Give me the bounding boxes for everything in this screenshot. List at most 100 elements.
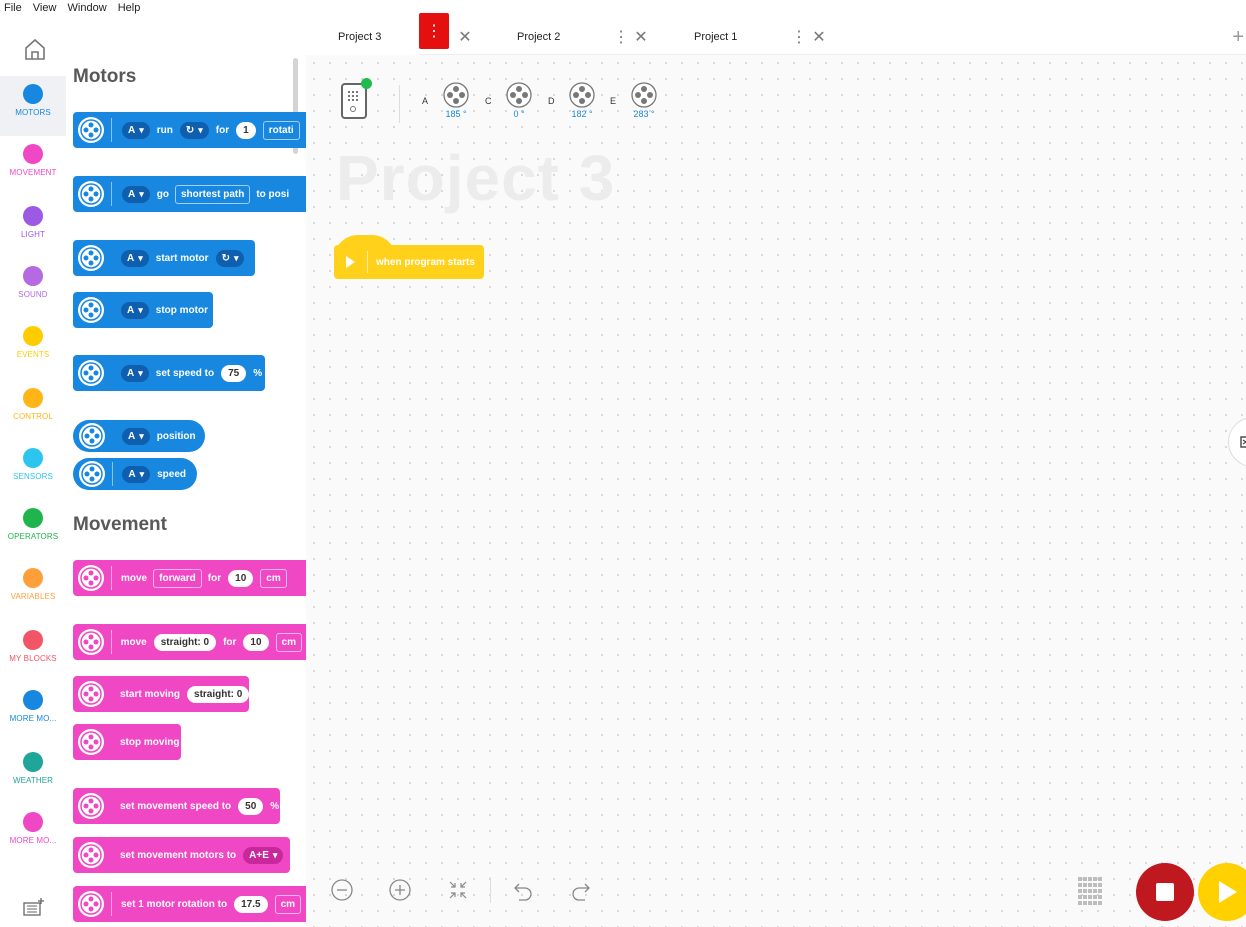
undo-icon[interactable]	[509, 876, 537, 904]
tab-more-options-icon[interactable]: ⋮	[610, 26, 632, 48]
tab-project-1[interactable]: Project 1	[694, 18, 737, 55]
start-motor-block[interactable]: A start motor ↻	[73, 240, 255, 276]
category-light[interactable]: LIGHT	[0, 198, 66, 258]
stop-program-button[interactable]	[1136, 863, 1194, 921]
motor-icon	[78, 245, 104, 271]
stop-moving-block[interactable]: stop moving	[73, 724, 181, 760]
path-dropdown[interactable]: shortest path	[174, 184, 251, 204]
motor-run-for-block[interactable]: A run ↻ for 1 rotati	[73, 112, 306, 148]
category-motors[interactable]: MOTORS	[0, 76, 66, 136]
menu-window[interactable]: Window	[64, 0, 111, 14]
collapse-panel-handle[interactable]	[1228, 417, 1246, 467]
category-sound[interactable]: SOUND	[0, 258, 66, 318]
category-operators[interactable]: OPERATORS	[0, 500, 66, 560]
menu-view[interactable]: View	[29, 0, 61, 14]
move-steering-for-block[interactable]: move straight: 0 for 10 cm	[73, 624, 306, 660]
category-variables[interactable]: VARIABLES	[0, 560, 66, 620]
movement-icon	[78, 842, 104, 868]
steering-input[interactable]: straight: 0	[153, 633, 217, 651]
port-letter: A	[422, 96, 429, 106]
when-program-starts-block[interactable]: when program starts	[334, 235, 484, 279]
menu-help[interactable]: Help	[114, 0, 145, 14]
unit-dropdown[interactable]: cm	[274, 894, 302, 914]
block-text: start moving	[120, 688, 181, 700]
category-sensors[interactable]: SENSORS	[0, 440, 66, 500]
port-dropdown[interactable]: A	[122, 121, 150, 139]
port-d-readout: D 182 °	[548, 82, 602, 119]
speed-input[interactable]: 50	[238, 797, 264, 815]
menu-file[interactable]: File	[0, 0, 26, 14]
port-dropdown[interactable]: A	[121, 364, 149, 382]
port-dropdown[interactable]: A	[121, 249, 149, 267]
motor-position-reporter[interactable]: A position	[73, 420, 205, 452]
category-events[interactable]: EVENTS	[0, 318, 66, 378]
port-dropdown[interactable]: A	[121, 301, 149, 319]
tab-project-3[interactable]: Project 3	[306, 18, 418, 55]
block-text: run	[156, 124, 173, 136]
category-label: VARIABLES	[10, 592, 56, 601]
category-movement[interactable]: MOVEMENT	[0, 136, 66, 196]
tab-label: Project 2	[517, 30, 561, 43]
motor-speed-reporter[interactable]: A speed	[73, 458, 197, 490]
zoom-out-icon[interactable]	[328, 876, 356, 904]
unit-dropdown[interactable]: rotati	[262, 120, 300, 140]
direction-dropdown[interactable]: forward	[153, 568, 202, 588]
port-dropdown[interactable]: A	[122, 185, 150, 203]
set-speed-block[interactable]: A set speed to 75 %	[73, 355, 265, 391]
distance-input[interactable]: 10	[243, 633, 269, 651]
block-palette: Motors A run ↻ for 1 rotati A go shortes…	[66, 18, 306, 927]
add-tab-icon[interactable]: +	[1232, 26, 1244, 49]
unit-dropdown[interactable]: cm	[275, 632, 302, 652]
port-dropdown[interactable]: A	[122, 427, 150, 445]
move-direction-for-block[interactable]: move forward for 10 cm	[73, 560, 306, 596]
tab-project-2[interactable]: Project 2	[517, 18, 560, 55]
category-more-mo[interactable]: MORE MO...	[0, 682, 66, 742]
distance-input[interactable]: 10	[228, 569, 254, 587]
extensions-icon[interactable]	[22, 896, 46, 918]
tab-close-icon[interactable]: ✕	[630, 26, 652, 48]
category-label: OPERATORS	[7, 532, 59, 541]
tab-more-options-icon[interactable]: ⋮	[788, 26, 810, 48]
motor-go-to-position-block[interactable]: A go shortest path to posi	[73, 176, 306, 212]
block-text: %	[253, 367, 263, 379]
speed-input[interactable]: 75	[221, 364, 247, 382]
start-moving-block[interactable]: start moving straight: 0	[73, 676, 249, 712]
category-more-mo[interactable]: MORE MO...	[0, 804, 66, 864]
block-text: set speed to	[155, 367, 215, 379]
movement-icon	[78, 565, 104, 591]
redo-icon[interactable]	[567, 876, 595, 904]
programming-canvas[interactable]: A 185 ° C 0 ° D 182 ° E 283 ° Project 3 when pr…	[306, 55, 1246, 927]
set-motor-rotation-block[interactable]: set 1 motor rotation to 17.5 cm	[73, 886, 306, 922]
stop-motor-block[interactable]: A stop motor	[73, 292, 213, 328]
rotation-input[interactable]: 17.5	[234, 895, 268, 913]
tab-close-icon[interactable]: ✕	[808, 26, 830, 48]
tab-close-icon[interactable]: ✕	[454, 26, 476, 48]
tab-more-options-icon[interactable]: ⋮	[419, 13, 449, 49]
category-weather[interactable]: WEATHER	[0, 744, 66, 804]
category-label: LIGHT	[20, 230, 46, 239]
set-movement-speed-block[interactable]: set movement speed to 50 %	[73, 788, 280, 824]
direction-dropdown[interactable]: ↻	[215, 249, 245, 267]
light-matrix-icon[interactable]	[1076, 875, 1104, 907]
block-text: stop moving	[120, 736, 180, 748]
motor-pair-dropdown[interactable]: A+E	[243, 846, 284, 864]
zoom-reset-icon[interactable]	[444, 876, 472, 904]
zoom-in-icon[interactable]	[386, 876, 414, 904]
run-program-button[interactable]	[1198, 863, 1246, 921]
motor-icon	[78, 360, 104, 386]
direction-dropdown[interactable]: ↻	[179, 121, 209, 139]
set-movement-motors-block[interactable]: set movement motors to A+E	[73, 837, 290, 873]
canvas-toolbar	[328, 875, 625, 905]
steering-input[interactable]: straight: 0	[187, 685, 249, 703]
home-icon[interactable]	[22, 36, 48, 62]
unit-dropdown[interactable]: cm	[260, 568, 287, 588]
category-my-blocks[interactable]: MY BLOCKS	[0, 622, 66, 682]
motors-section-title: Motors	[73, 66, 137, 87]
amount-input[interactable]: 1	[236, 121, 256, 139]
port-dropdown[interactable]: A	[122, 465, 151, 483]
motor-icon	[569, 82, 595, 108]
category-control[interactable]: CONTROL	[0, 380, 66, 440]
category-color-dot	[23, 326, 43, 346]
motor-icon	[506, 82, 532, 108]
hub-connection-icon[interactable]	[341, 78, 372, 119]
